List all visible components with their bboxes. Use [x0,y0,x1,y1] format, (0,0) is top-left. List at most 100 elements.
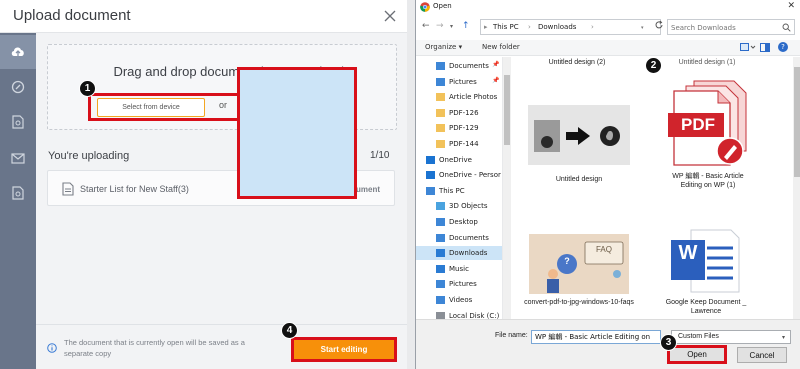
preview-pane-icon[interactable] [760,43,770,52]
nav-item-label: Documents [449,233,489,242]
scrollbar-thumb[interactable] [504,75,510,145]
nav-item[interactable]: Pictures [436,75,477,89]
nav-item[interactable]: OneDrive [426,153,472,167]
link-icon[interactable] [0,70,36,104]
file-caption: Untitled design (1) [678,59,736,66]
window-gap [407,0,415,369]
nav-item-label: OneDrive - Persor [439,171,501,180]
nav-item[interactable]: Local Disk (C:) [436,309,499,319]
file-name-label: File name: [495,332,528,339]
nav-item-label: Documents [449,62,489,70]
help-question-icon: ? [564,256,570,266]
nav-item-label: Article Photos [449,93,498,102]
open-button[interactable]: Open [667,345,727,364]
file-item[interactable]: FAQ ? convert-pdf-to-jpg-windows-10-faqs [524,228,634,318]
file-caption: WP 編輯 - Basic Article Editing on WP (1) [672,173,744,189]
upload-cloud-icon[interactable] [0,35,36,69]
nav-item[interactable]: Pictures [436,277,477,291]
start-editing-button[interactable]: Start editing [291,337,397,362]
step-badge-1: 1 [79,80,96,97]
file-item-selected[interactable]: PDF [660,73,760,173]
file-item[interactable]: Untitled design (1) [652,58,762,67]
step-badge-4: 4 [281,322,298,339]
pictures-icon [436,280,445,289]
file-item[interactable]: Untitled design [524,105,634,187]
step-badge-2: 2 [645,57,662,74]
scrollbar-thumb[interactable] [794,67,800,177]
nav-item[interactable]: Downloads [416,246,502,261]
search-downloads-field[interactable] [667,19,795,35]
forward-arrow-icon[interactable]: → [436,21,444,31]
back-arrow-icon[interactable]: ← [422,21,430,31]
nav-item[interactable]: PDF-126 [436,106,479,120]
nav-item[interactable]: This PC [426,184,465,198]
word-label: W [678,242,698,264]
file-caption: Untitled design [555,176,603,183]
breadcrumb-downloads[interactable]: Downloads [538,23,576,31]
pin-icon: 📌 [492,61,500,68]
help-icon[interactable]: ? [778,42,788,52]
file-type-select[interactable]: Custom Files ▾ [671,330,791,344]
close-icon[interactable] [383,9,397,23]
nav-item-label: Pictures [449,280,477,289]
change-view-icon[interactable] [740,43,756,52]
3d-objects-icon [436,202,445,211]
nav-item-label: PDF-144 [449,140,479,148]
select-from-device-button[interactable]: Select from device [97,98,205,117]
nav-item[interactable]: Article Photos [436,90,497,104]
nav-item[interactable]: PDF-129 [436,121,479,135]
nav-item-label: Downloads [449,249,488,258]
file-search-icon[interactable] [0,176,36,210]
dialog-close-icon[interactable]: ✕ [787,1,795,11]
nav-item-label: Local Disk (C:) [449,311,500,319]
refresh-icon[interactable] [654,20,664,30]
breadcrumb-separator-icon: › [528,23,531,31]
nav-item[interactable]: Desktop [436,215,478,229]
file-type-value: Custom Files [678,333,719,340]
file-caption: Google Keep Document _ Lawrence [665,299,747,315]
folder-blue-icon [436,62,445,70]
dialog-title: Open [433,2,452,10]
navigation-pane-scrollbar[interactable] [503,57,511,319]
nav-item[interactable]: Documents [436,59,489,73]
organize-button[interactable]: Organize ▾ [425,43,462,51]
nav-item-label: Videos [449,296,473,304]
new-folder-button[interactable]: New folder [482,43,520,51]
nav-item-label: This PC [439,186,465,195]
nav-item-label: Music [449,264,469,273]
file-caption: Untitled design (2) [548,59,606,66]
cancel-button[interactable]: Cancel [737,347,787,363]
breadcrumb-this-pc[interactable]: This PC [493,23,519,31]
search-icon [782,23,791,32]
nav-item[interactable]: PDF-144 [436,137,479,151]
desktop-icon [436,218,445,226]
breadcrumb-separator-icon: › [591,23,594,31]
up-arrow-icon[interactable]: ↑ [462,21,470,31]
music-icon [436,264,445,273]
mail-icon[interactable] [0,141,36,175]
step-badge-3: 3 [660,334,677,351]
address-bar[interactable]: ▸ This PC › Downloads › ▾ [480,19,661,35]
file-item[interactable]: Untitled design (2) [522,58,632,67]
nav-item[interactable]: Music [436,262,469,276]
pdf-label: PDF [681,115,715,134]
nav-item-label: PDF-129 [449,124,479,133]
address-dropdown-icon[interactable]: ▾ [641,25,644,31]
recent-locations-icon[interactable]: ▾ [450,23,453,30]
nav-item[interactable]: Videos [436,293,472,307]
faq-label: FAQ [595,245,612,254]
nav-item[interactable]: 3D Objects [436,199,488,213]
uploading-title: You're uploading [48,150,130,162]
folder-yellow-icon [436,124,445,133]
uploading-count: 1/10 [370,150,390,161]
videos-icon [436,296,445,304]
file-name-input[interactable] [531,330,661,344]
pc-icon: ▸ [484,23,488,31]
search-input[interactable] [671,22,777,33]
nav-item[interactable]: Documents [436,231,489,245]
document-search-icon[interactable] [0,105,36,139]
nav-item[interactable]: OneDrive - Persor [426,168,501,182]
file-item[interactable]: W Google Keep Document _ Lawrence [651,228,761,318]
upload-title: Upload document [13,7,131,24]
file-pane-scrollbar[interactable] [793,57,800,319]
